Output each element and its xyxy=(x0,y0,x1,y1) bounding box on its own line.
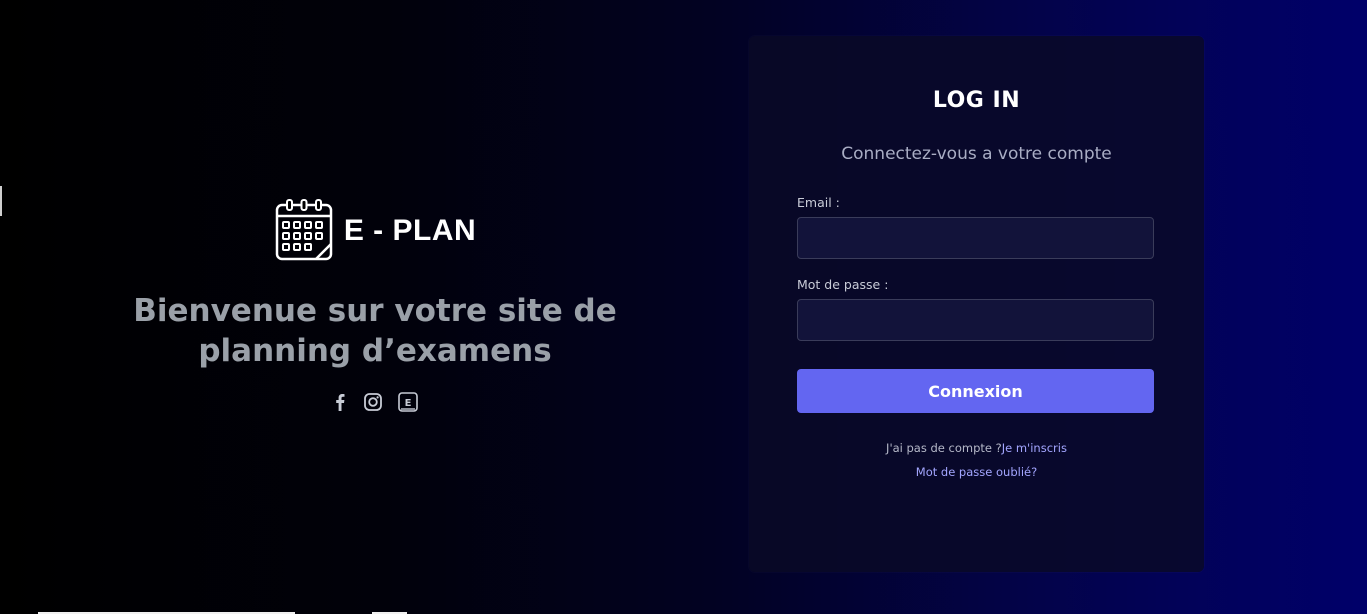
forgot-password-link[interactable]: Mot de passe oublié? xyxy=(916,465,1037,479)
edge-decoration xyxy=(0,186,2,216)
password-label: Mot de passe : xyxy=(797,277,889,292)
email-label: Email : xyxy=(797,195,840,210)
e-icon[interactable]: E xyxy=(397,391,419,413)
brand-name: E - PLAN xyxy=(343,214,477,247)
social-links: E xyxy=(60,391,690,413)
instagram-icon[interactable] xyxy=(363,392,383,412)
brand-area: E - PLAN Bienvenue sur votre site de pla… xyxy=(60,195,690,413)
facebook-icon[interactable] xyxy=(331,392,349,412)
brand-row: E - PLAN xyxy=(60,195,690,265)
welcome-headline: Bienvenue sur votre site de planning d’e… xyxy=(60,291,690,371)
no-account-text: J'ai pas de compte ? xyxy=(886,441,1002,455)
connexion-button[interactable]: Connexion xyxy=(797,369,1154,413)
login-subtitle: Connectez-vous a votre compte xyxy=(841,144,1112,164)
password-field[interactable] xyxy=(797,299,1154,341)
login-title: LOG IN xyxy=(932,88,1021,113)
email-field[interactable] xyxy=(797,217,1154,259)
e-icon-glyph: E xyxy=(405,398,412,409)
headline-line-1: Bienvenue sur votre site de xyxy=(133,293,617,329)
headline-line-2: planning d’examens xyxy=(198,333,552,369)
signup-line: J'ai pas de compte ?Je m'inscris xyxy=(749,441,1204,455)
forgot-line: Mot de passe oublié? xyxy=(749,465,1204,479)
signup-link[interactable]: Je m'inscris xyxy=(1002,441,1067,455)
calendar-icon xyxy=(274,197,334,263)
login-card: LOG IN Connectez-vous a votre compte Ema… xyxy=(749,36,1204,572)
